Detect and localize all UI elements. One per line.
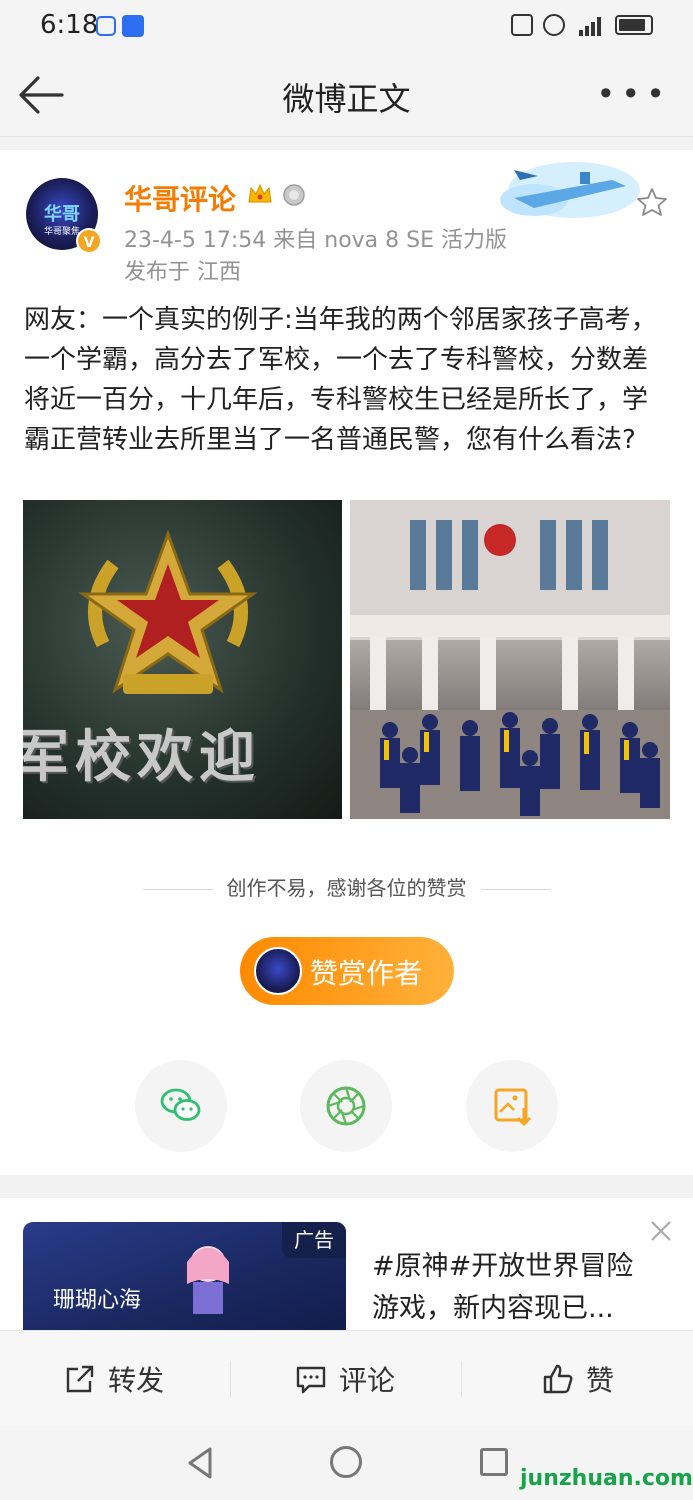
more-options-icon[interactable]: ••• bbox=[596, 78, 671, 110]
game-character-illustration bbox=[187, 1246, 229, 1314]
appreciate-text: 创作不易，感谢各位的赞赏 bbox=[226, 876, 467, 900]
nfc-icon bbox=[511, 14, 533, 36]
post-image-military-school[interactable]: 军校欢迎 bbox=[23, 500, 342, 819]
thumbs-up-icon bbox=[543, 1364, 573, 1394]
wechat-icon bbox=[160, 1088, 201, 1121]
image-overlay-text: 军校欢迎 bbox=[23, 724, 261, 790]
post-action-bar: 转发 评论 赞 bbox=[0, 1330, 693, 1427]
reward-avatar bbox=[254, 947, 302, 995]
post-card: 华哥 华哥聚焦 V 华哥评论 23-4-5 17:54 来自 nova 8 SE… bbox=[0, 150, 693, 1175]
reward-author-button[interactable]: 赞赏作者 bbox=[240, 937, 454, 1005]
divider bbox=[142, 889, 213, 890]
author-name[interactable]: 华哥评论 bbox=[124, 178, 236, 218]
moments-icon bbox=[326, 1086, 366, 1126]
appreciate-note: 创作不易，感谢各位的赞赏 bbox=[0, 872, 693, 901]
divider bbox=[230, 1361, 231, 1397]
building-graduates-illustration bbox=[350, 500, 670, 819]
alarm-icon bbox=[543, 14, 565, 36]
like-button[interactable]: 赞 bbox=[542, 1359, 614, 1399]
post-text: 网友：一个真实的例子:当年我的两个邻居家孩子高考，一个学霸，高分去了军校，一个去… bbox=[24, 305, 657, 455]
repost-label: 转发 bbox=[108, 1364, 165, 1397]
verified-badge-icon: V bbox=[76, 228, 102, 254]
like-label: 赞 bbox=[586, 1364, 615, 1397]
save-image-button[interactable] bbox=[466, 1060, 558, 1152]
system-nav-bar: junzhuan.com bbox=[0, 1426, 693, 1500]
save-image-icon bbox=[494, 1088, 532, 1127]
status-bar: 6:18 bbox=[0, 0, 693, 54]
notification-app-icon bbox=[96, 16, 116, 36]
page-title: 微博正文 bbox=[282, 80, 411, 118]
status-time: 6:18 bbox=[40, 10, 99, 40]
divider bbox=[480, 889, 551, 890]
ad-tag: 广告 bbox=[282, 1222, 346, 1258]
notification-app-icon-2 bbox=[122, 15, 144, 37]
aircraft-carrier-decoration-icon bbox=[500, 162, 640, 218]
divider bbox=[461, 1361, 462, 1397]
ad-image-text: 珊瑚心海 bbox=[53, 1288, 142, 1313]
post-image-police-academy[interactable] bbox=[350, 500, 670, 819]
medal-icon[interactable] bbox=[282, 181, 306, 207]
close-icon[interactable] bbox=[648, 1218, 674, 1244]
ad-card[interactable]: 珊瑚心海 广告 #原神#开放世界冒险游戏，新内容现已... bbox=[0, 1198, 693, 1338]
app-header: 微博正文 ••• bbox=[0, 54, 693, 137]
ad-image[interactable]: 珊瑚心海 广告 bbox=[23, 1222, 346, 1338]
post-meta: 23-4-5 17:54 来自 nova 8 SE 活力版 bbox=[124, 228, 507, 253]
avatar-text: 华哥 bbox=[44, 204, 80, 225]
share-moments-button[interactable] bbox=[300, 1060, 392, 1152]
crown-icon[interactable] bbox=[247, 182, 273, 206]
favorite-star-icon[interactable] bbox=[636, 186, 668, 218]
ad-text[interactable]: #原神#开放世界冒险游戏，新内容现已... bbox=[372, 1246, 652, 1330]
status-indicators bbox=[511, 14, 653, 36]
battery-icon bbox=[615, 15, 653, 35]
reward-label: 赞赏作者 bbox=[310, 957, 423, 990]
comment-label: 评论 bbox=[339, 1364, 396, 1397]
military-emblem-icon bbox=[78, 529, 258, 694]
repost-icon bbox=[66, 1365, 94, 1393]
signal-icon bbox=[579, 17, 601, 36]
post-location: 发布于 江西 bbox=[124, 260, 241, 285]
nav-back-icon[interactable] bbox=[186, 1446, 214, 1480]
share-wechat-button[interactable] bbox=[135, 1060, 227, 1152]
comment-icon bbox=[296, 1366, 326, 1394]
nav-home-icon[interactable] bbox=[330, 1446, 362, 1478]
repost-button[interactable]: 转发 bbox=[64, 1359, 164, 1399]
comment-button[interactable]: 评论 bbox=[295, 1359, 395, 1399]
nav-recent-apps-icon[interactable] bbox=[480, 1448, 508, 1476]
watermark-text: junzhuan.com bbox=[520, 1466, 693, 1491]
